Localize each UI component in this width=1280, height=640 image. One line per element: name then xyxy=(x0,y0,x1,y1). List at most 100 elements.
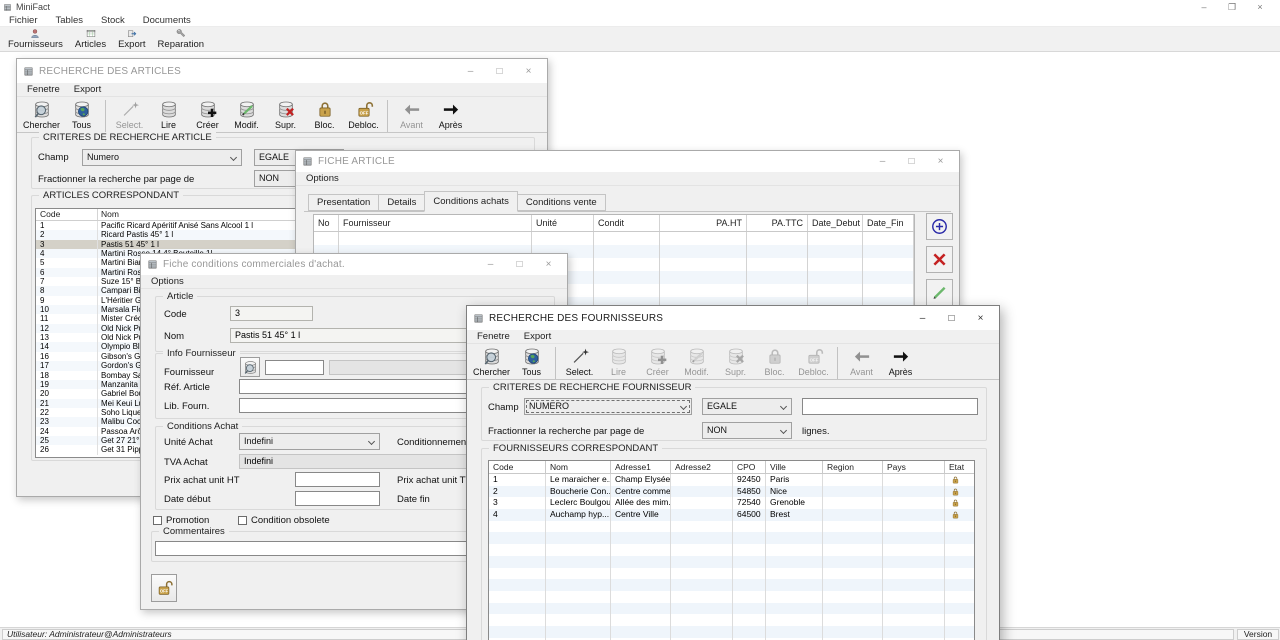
maximize-button[interactable]: □ xyxy=(937,313,966,324)
supr-button[interactable]: Supr. xyxy=(266,99,305,131)
unite-achat-select[interactable]: Indefini xyxy=(239,433,380,450)
conditions-titlebar[interactable]: Fiche conditions commerciales d'achat. –… xyxy=(141,254,567,275)
maximize-button[interactable]: □ xyxy=(897,156,926,167)
app-icon xyxy=(3,3,12,12)
close-button[interactable]: × xyxy=(1246,2,1274,13)
column-header[interactable]: CPO xyxy=(733,461,766,473)
db-pencil-icon xyxy=(686,347,708,366)
minimize-button[interactable]: – xyxy=(456,66,485,77)
close-button[interactable]: × xyxy=(926,156,955,167)
fournisseur-row[interactable]: 3Leclerc BoulgourAllée des mim...72540Gr… xyxy=(489,497,974,509)
minimize-button[interactable]: – xyxy=(476,259,505,270)
chercher-button[interactable]: Chercher xyxy=(471,346,512,378)
debloc-button[interactable]: Debloc. xyxy=(344,99,383,131)
champ-select[interactable]: Numero xyxy=(82,149,242,166)
bloc-button[interactable]: Bloc. xyxy=(305,99,344,131)
column-header[interactable]: No xyxy=(314,215,339,231)
fournisseur-row[interactable]: 2Boucherie Con...Centre comme...54850Nic… xyxy=(489,486,974,498)
articles-menubar: FenetreExport xyxy=(17,83,547,97)
menu-item-export[interactable]: Export xyxy=(67,84,108,95)
condition-obsolete-checkbox[interactable]: Condition obsolete xyxy=(238,515,330,526)
column-header[interactable]: Adresse1 xyxy=(611,461,671,473)
column-header[interactable]: Nom xyxy=(546,461,611,473)
menu-item-documents[interactable]: Documents xyxy=(134,15,200,26)
column-header[interactable]: Adresse2 xyxy=(671,461,733,473)
empty-row xyxy=(489,521,974,533)
column-header[interactable]: Code xyxy=(489,461,546,473)
fournisseurs-titlebar[interactable]: RECHERCHE DES FOURNISSEURS – □ × xyxy=(467,306,999,330)
column-header[interactable]: Ville xyxy=(766,461,823,473)
fraction-label: Fractionner la recherche par page de xyxy=(38,174,194,185)
unlock-button[interactable] xyxy=(151,574,177,602)
tab-conditions-vente[interactable]: Conditions vente xyxy=(517,194,606,211)
search-value-input[interactable] xyxy=(802,398,978,415)
minimize-button[interactable]: – xyxy=(868,156,897,167)
tous-button[interactable]: Tous xyxy=(62,99,101,131)
apres-button[interactable]: Après xyxy=(881,346,920,378)
add-row-button[interactable] xyxy=(926,213,953,240)
close-button[interactable]: × xyxy=(534,259,563,270)
maximize-button[interactable]: □ xyxy=(485,66,514,77)
menu-item-fichier[interactable]: Fichier xyxy=(0,15,47,26)
empty-row xyxy=(489,556,974,568)
select-button[interactable]: Select. xyxy=(560,346,599,378)
tab-conditions-achats[interactable]: Conditions achats xyxy=(424,191,518,212)
column-header[interactable]: Date_Debut xyxy=(808,215,863,231)
menu-item-options[interactable]: Options xyxy=(144,276,191,287)
export-button[interactable]: Export xyxy=(112,28,151,50)
chercher-button[interactable]: Chercher xyxy=(21,99,62,131)
column-header[interactable]: Condit xyxy=(594,215,660,231)
fournisseur-row[interactable]: 4Auchamp hyp...Centre Ville64500Brest xyxy=(489,509,974,521)
minimize-button[interactable]: – xyxy=(908,313,937,324)
close-button[interactable]: × xyxy=(966,313,995,324)
code-field[interactable]: 3 xyxy=(230,306,313,321)
menu-item-options[interactable]: Options xyxy=(299,173,346,184)
close-button[interactable]: × xyxy=(514,66,543,77)
maximize-button[interactable]: □ xyxy=(505,259,534,270)
menu-item-tables[interactable]: Tables xyxy=(47,15,92,26)
tous-button[interactable]: Tous xyxy=(512,346,551,378)
champ-select[interactable]: NUMERO xyxy=(524,398,692,415)
reparation-button[interactable]: Reparation xyxy=(152,28,210,50)
menu-item-fenetre[interactable]: Fenetre xyxy=(470,331,517,342)
column-header[interactable]: Pays xyxy=(883,461,945,473)
prix-ht-field[interactable] xyxy=(295,472,380,487)
menu-item-export[interactable]: Export xyxy=(517,331,558,342)
column-header[interactable]: Region xyxy=(823,461,883,473)
creer-button[interactable]: Créer xyxy=(188,99,227,131)
column-header[interactable]: Unité xyxy=(532,215,594,231)
articles-titlebar[interactable]: RECHERCHE DES ARTICLES – □ × xyxy=(17,59,547,83)
column-header-code[interactable]: Code xyxy=(36,209,98,220)
tab-details[interactable]: Details xyxy=(378,194,425,211)
column-header[interactable]: Etat xyxy=(945,461,975,473)
promotion-checkbox[interactable]: Promotion xyxy=(153,515,209,526)
app-title: MiniFact xyxy=(16,2,50,12)
toolbar-button-label: Tous xyxy=(72,120,91,130)
articles-button[interactable]: Articles xyxy=(69,28,112,50)
lire-button[interactable]: Lire xyxy=(149,99,188,131)
toolbar-button-label: Après xyxy=(889,367,913,377)
delete-row-button[interactable] xyxy=(926,246,953,273)
column-header[interactable]: PA.TTC xyxy=(747,215,808,231)
fournisseur-row[interactable]: 1Le maraicher e...Champ Elysée...92450Pa… xyxy=(489,474,974,486)
modif-button[interactable]: Modif. xyxy=(227,99,266,131)
toolbar-button-label: Export xyxy=(118,39,145,50)
operator-select[interactable]: EGALE xyxy=(702,398,792,415)
tab-presentation[interactable]: Presentation xyxy=(308,194,379,211)
fiche-article-titlebar[interactable]: FICHE ARTICLE – □ × xyxy=(296,151,959,172)
menu-item-stock[interactable]: Stock xyxy=(92,15,134,26)
edit-row-button[interactable] xyxy=(926,279,953,306)
column-header[interactable]: Date_Fin xyxy=(863,215,914,231)
column-header[interactable]: PA.HT xyxy=(660,215,747,231)
column-header[interactable]: Fournisseur xyxy=(339,215,532,231)
main-titlebar[interactable]: MiniFact – ❐ × xyxy=(0,0,1280,14)
fournisseurs-button[interactable]: Fournisseurs xyxy=(2,28,69,50)
fournisseur-search-button[interactable] xyxy=(240,357,260,377)
fournisseur-code-field[interactable] xyxy=(265,360,324,375)
fraction-select[interactable]: NON xyxy=(702,422,792,439)
minimize-button[interactable]: – xyxy=(1190,2,1218,13)
restore-button[interactable]: ❐ xyxy=(1218,2,1246,13)
menu-item-fenetre[interactable]: Fenetre xyxy=(20,84,67,95)
date-debut-field[interactable] xyxy=(295,491,380,506)
apres-button[interactable]: Après xyxy=(431,99,470,131)
